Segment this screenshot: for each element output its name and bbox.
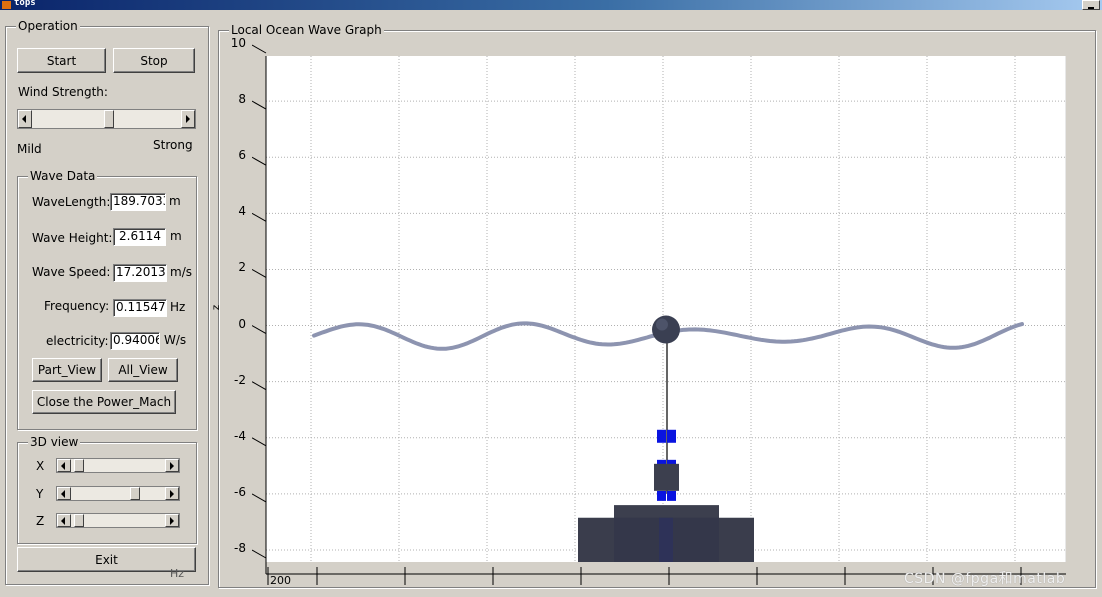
y-rotation-slider[interactable]	[56, 486, 180, 501]
electricity-unit: W/s	[164, 333, 187, 347]
y-tick-4: 2	[238, 260, 246, 275]
z-axis-label: Z	[36, 514, 45, 528]
frequency-unit: Hz	[170, 300, 186, 314]
y-tick-mark-7	[252, 437, 267, 447]
y-slider-thumb[interactable]	[129, 487, 140, 500]
watermark: CSDN @fpga和matlab	[904, 571, 1066, 587]
scroll-right-arrow-icon[interactable]	[181, 110, 195, 128]
scroll-right-arrow-icon[interactable]	[165, 459, 179, 472]
scroll-left-arrow-icon[interactable]	[57, 459, 71, 472]
mild-label: Mild	[17, 142, 42, 156]
y-tick-6: -2	[234, 372, 246, 387]
y-tick-9: -8	[234, 541, 246, 555]
y-tick-0: 10	[230, 36, 246, 50]
wave-data-label: Wave Data	[28, 168, 98, 184]
x-tick-label: 200	[270, 574, 291, 587]
minimize-icon	[1088, 7, 1094, 9]
app-icon	[2, 1, 11, 9]
y-tick-mark-5	[252, 325, 267, 334]
x-slider-thumb[interactable]	[74, 459, 85, 472]
title-bar: tops	[0, 0, 1102, 10]
y-tick-mark-8	[252, 493, 267, 503]
y-tick-7: -4	[234, 428, 246, 443]
close-power-machine-button[interactable]: Close the Power_Mach	[32, 390, 176, 414]
hz-label: Hz	[170, 567, 185, 580]
wave-speed-label: Wave Speed:	[32, 265, 111, 279]
y-tick-mark-0	[252, 44, 267, 54]
part-view-button[interactable]: Part_View	[32, 358, 102, 382]
minimize-button[interactable]	[1082, 0, 1100, 10]
start-button[interactable]: Start	[17, 48, 106, 73]
wave-height-field[interactable]: 2.6114	[113, 228, 166, 246]
wavelength-field[interactable]: 189.7033	[110, 193, 166, 211]
x-rotation-slider[interactable]	[56, 458, 180, 473]
y-tick-1: 8	[238, 92, 246, 107]
graph-title: Local Ocean Wave Graph	[229, 22, 384, 38]
wave-height-label: Wave Height:	[32, 231, 113, 245]
y-tick-3: 4	[238, 204, 246, 219]
all-view-button[interactable]: All_View	[108, 358, 178, 382]
y-tick-5: 0	[238, 316, 246, 331]
z-rotation-slider[interactable]	[56, 513, 180, 528]
window-title: tops	[14, 0, 36, 8]
y-axis-title: z	[211, 304, 223, 311]
z-slider-thumb[interactable]	[74, 514, 85, 527]
scroll-right-arrow-icon[interactable]	[165, 487, 179, 500]
electricity-label: electricity:	[46, 334, 109, 348]
scroll-left-arrow-icon[interactable]	[18, 110, 32, 128]
wavelength-label: WaveLength:	[32, 195, 111, 209]
wave-speed-unit: m/s	[170, 265, 192, 279]
wind-strength-slider[interactable]	[17, 109, 196, 129]
frequency-label: Frequency:	[44, 299, 110, 313]
plot-frame	[252, 44, 1066, 585]
x-axis-label: X	[36, 459, 45, 473]
wind-slider-thumb[interactable]	[104, 110, 115, 128]
scroll-right-arrow-icon[interactable]	[165, 514, 179, 527]
stop-button[interactable]: Stop	[113, 48, 195, 73]
y-axis-label: Y	[36, 487, 44, 501]
y-tick-8: -6	[234, 484, 246, 499]
view3d-label: 3D view	[28, 434, 81, 450]
y-tick-mark-4	[252, 269, 267, 278]
y-tick-2: 6	[238, 148, 246, 163]
scroll-left-arrow-icon[interactable]	[57, 487, 71, 500]
strong-label: Strong	[153, 138, 193, 152]
wind-strength-label: Wind Strength:	[18, 85, 108, 99]
y-tick-mark-6	[252, 381, 267, 391]
scroll-left-arrow-icon[interactable]	[57, 514, 71, 527]
wave-speed-field[interactable]: 17.2013	[113, 264, 167, 282]
y-tick-mark-3	[252, 212, 267, 222]
y-tick-mark-9	[252, 549, 267, 559]
y-tick-mark-2	[252, 156, 267, 166]
wave-height-unit: m	[170, 229, 182, 243]
y-tick-mark-1	[252, 100, 267, 110]
electricity-field[interactable]: 0.94006	[110, 332, 160, 350]
frequency-field[interactable]: 0.11547	[113, 299, 167, 317]
operation-label: Operation	[16, 18, 80, 34]
wavelength-unit: m	[169, 194, 181, 208]
